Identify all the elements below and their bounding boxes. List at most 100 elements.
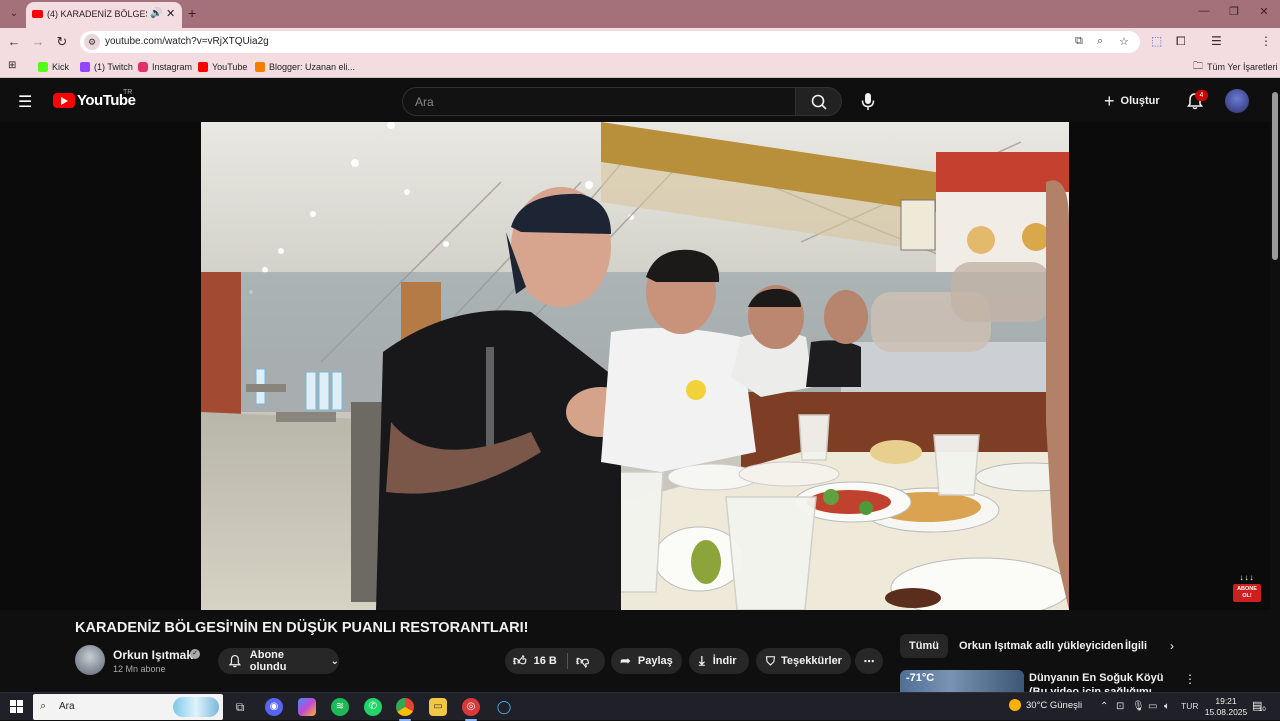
recommendation-thumbnail[interactable]: -71°C bbox=[900, 670, 1024, 692]
copilot-icon[interactable] bbox=[298, 698, 316, 716]
clock-date[interactable]: 15.08.2025 bbox=[1204, 707, 1248, 717]
search-box[interactable] bbox=[402, 87, 796, 116]
create-button[interactable]: + Oluştur bbox=[1104, 91, 1160, 111]
chip-related[interactable]: İlgili bbox=[1116, 634, 1156, 658]
twitch-icon bbox=[80, 62, 90, 72]
bookmark-kick[interactable]: Kick bbox=[38, 60, 69, 74]
browser-tab-active[interactable]: (4) KARADENİZ BÖLGESİ'NİN EN DÜŞÜK PUANL… bbox=[26, 2, 182, 28]
bookmark-instagram[interactable]: Instagram bbox=[138, 60, 192, 74]
chrome-icon[interactable] bbox=[396, 698, 414, 716]
subscribe-watermark[interactable]: ↓↓↓ ABONE OL! bbox=[1233, 573, 1261, 603]
search-button[interactable] bbox=[795, 87, 842, 116]
youtube-logo-icon[interactable] bbox=[53, 93, 75, 108]
network-icon[interactable]: ▭ bbox=[1148, 701, 1157, 712]
channel-name[interactable]: Orkun Işıtmak bbox=[113, 648, 193, 662]
bookmark-twitch[interactable]: (1) Twitch bbox=[80, 60, 133, 74]
weather-widget[interactable]: 30°C Güneşli bbox=[1009, 699, 1082, 711]
site-info-icon[interactable]: ⚙ bbox=[84, 34, 100, 50]
open-in-app-icon[interactable]: ⧉ bbox=[1075, 35, 1083, 48]
bookmark-label: Kick bbox=[52, 62, 70, 72]
recommendation-menu-icon[interactable]: ⋮ bbox=[1184, 672, 1196, 686]
like-button[interactable]: 👍︎ 16 B bbox=[513, 653, 557, 669]
chip-from-uploader[interactable]: Orkun Işıtmak adlı yükleyiciden bbox=[950, 634, 1132, 658]
new-tab-button[interactable]: + bbox=[188, 5, 196, 21]
subscriber-count: 12 Mn abone bbox=[113, 664, 166, 674]
file-explorer-icon[interactable]: ▭ bbox=[429, 698, 447, 716]
windows-taskbar: ⌕ Ara ⧉ ◉ ≋ ✆ ▭ ◎ ◯ 30°C Güneşli ⌃ ⊡ 🎙︎ … bbox=[0, 692, 1280, 721]
bookmark-star-icon[interactable]: ☆ bbox=[1119, 35, 1129, 48]
subscribed-button[interactable]: Abone olundu ⌄ bbox=[218, 648, 339, 674]
all-bookmarks-folder[interactable]: 🗀 Tüm Yer İşaretleri bbox=[1193, 60, 1278, 74]
create-label: Oluştur bbox=[1120, 95, 1160, 107]
windows-start-icon[interactable] bbox=[10, 700, 23, 713]
like-count: 16 B bbox=[533, 655, 557, 667]
app-icon[interactable]: ◎ bbox=[462, 698, 480, 716]
download-button[interactable]: ⤓ İndir bbox=[689, 648, 749, 674]
tab-close-icon[interactable]: ✕ bbox=[166, 7, 175, 20]
channel-avatar[interactable] bbox=[75, 645, 105, 675]
address-bar[interactable]: ⚙ youtube.com/watch?v=vRjXTQUia2g ⧉ ⌕ ☆ bbox=[80, 31, 1140, 53]
thumbs-up-icon: 👍︎ bbox=[513, 653, 527, 668]
bookmark-youtube[interactable]: YouTube bbox=[198, 60, 247, 74]
minimize-window-icon[interactable]: — bbox=[1196, 5, 1212, 17]
search-icon bbox=[811, 94, 827, 110]
taskbar-search-box[interactable]: ⌕ Ara bbox=[33, 694, 223, 720]
thumbs-down-icon: 👎︎ bbox=[576, 653, 590, 668]
recommendation-title[interactable]: Dünyanın En Soğuk Köyü (Bu video için sa… bbox=[1029, 671, 1179, 692]
scrollbar-thumb[interactable] bbox=[1272, 92, 1278, 260]
spotify-icon[interactable]: ≋ bbox=[331, 698, 349, 716]
volume-icon[interactable]: 🔈︎ bbox=[1164, 701, 1170, 712]
microphone-tray-icon[interactable]: 🎙︎ bbox=[1132, 701, 1145, 712]
search-highlight-image bbox=[173, 697, 219, 717]
close-window-icon[interactable]: ✕ bbox=[1256, 5, 1272, 18]
hamburger-menu-icon[interactable]: ☰ bbox=[18, 92, 32, 112]
language-indicator[interactable]: TUR bbox=[1181, 701, 1198, 711]
thanks-label: Teşekkürler bbox=[781, 655, 842, 667]
audio-playing-icon[interactable]: 🔊 bbox=[150, 8, 162, 19]
extensions-puzzle-icon[interactable]: ⧠ bbox=[1176, 34, 1186, 49]
clock-time[interactable]: 19:21 bbox=[1206, 696, 1246, 706]
chip-all[interactable]: Tümü bbox=[900, 634, 948, 658]
apps-grid-icon[interactable]: ⊞ bbox=[8, 60, 16, 71]
whatsapp-icon[interactable]: ✆ bbox=[364, 698, 382, 716]
more-actions-button[interactable]: ⋯ bbox=[855, 648, 883, 674]
translate-extension-icon[interactable]: ⬚ bbox=[1151, 34, 1162, 48]
bookmark-blogger[interactable]: Blogger: Uzanan eli... bbox=[255, 60, 355, 74]
download-label: İndir bbox=[712, 655, 737, 667]
restore-window-icon[interactable]: ❐ bbox=[1226, 5, 1242, 18]
notification-center-count: 10 bbox=[1259, 707, 1266, 713]
instagram-icon bbox=[138, 62, 148, 72]
all-bookmarks-label: Tüm Yer İşaretleri bbox=[1207, 62, 1278, 72]
bookmark-label: Instagram bbox=[152, 62, 193, 72]
zoom-icon[interactable]: ⌕ bbox=[1097, 35, 1103, 48]
task-view-icon[interactable]: ⧉ bbox=[231, 698, 249, 716]
taskbar-search-placeholder: Ara bbox=[59, 701, 75, 712]
url-text[interactable]: youtube.com/watch?v=vRjXTQUia2g bbox=[105, 36, 269, 47]
reading-list-icon[interactable]: ☰ bbox=[1211, 34, 1222, 48]
share-button[interactable]: ➦ Paylaş bbox=[611, 648, 682, 674]
chevron-right-icon[interactable]: › bbox=[1170, 639, 1174, 653]
chrome-menu-icon[interactable]: ⋮ bbox=[1260, 34, 1272, 48]
show-hidden-icons-chevron[interactable]: ⌃ bbox=[1100, 701, 1108, 712]
video-frame[interactable] bbox=[201, 122, 1069, 610]
dislike-button[interactable]: 👎︎ bbox=[576, 653, 589, 669]
meet-now-icon[interactable]: ⊡ bbox=[1116, 701, 1124, 712]
share-arrow-icon: ➦ bbox=[620, 653, 631, 668]
reload-icon[interactable]: ↻ bbox=[54, 34, 70, 50]
download-icon: ⤓ bbox=[699, 653, 705, 668]
thanks-button[interactable]: ⛉ Teşekkürler bbox=[756, 648, 851, 674]
account-avatar[interactable] bbox=[1225, 89, 1249, 113]
search-icon: ⌕ bbox=[40, 700, 47, 712]
down-arrows-icon: ↓↓↓ bbox=[1239, 573, 1255, 582]
tab-search-button[interactable]: ⌄ bbox=[6, 5, 22, 21]
forward-arrow-icon[interactable]: → bbox=[30, 34, 46, 50]
bell-icon bbox=[228, 654, 242, 668]
search-input[interactable] bbox=[403, 88, 795, 115]
discord-icon[interactable]: ◉ bbox=[265, 698, 283, 716]
browser-tab-strip: ⌄ (4) KARADENİZ BÖLGESİ'NİN EN DÜŞÜK PUA… bbox=[0, 0, 1280, 28]
back-arrow-icon[interactable]: ← bbox=[6, 34, 22, 50]
cortana-icon[interactable]: ◯ bbox=[495, 698, 513, 716]
folder-icon: 🗀 bbox=[1193, 60, 1203, 72]
voice-search-button[interactable] bbox=[858, 90, 878, 112]
bookmarks-bar: ⊞ Kick (1) Twitch Instagram YouTube Blog… bbox=[0, 56, 1280, 78]
